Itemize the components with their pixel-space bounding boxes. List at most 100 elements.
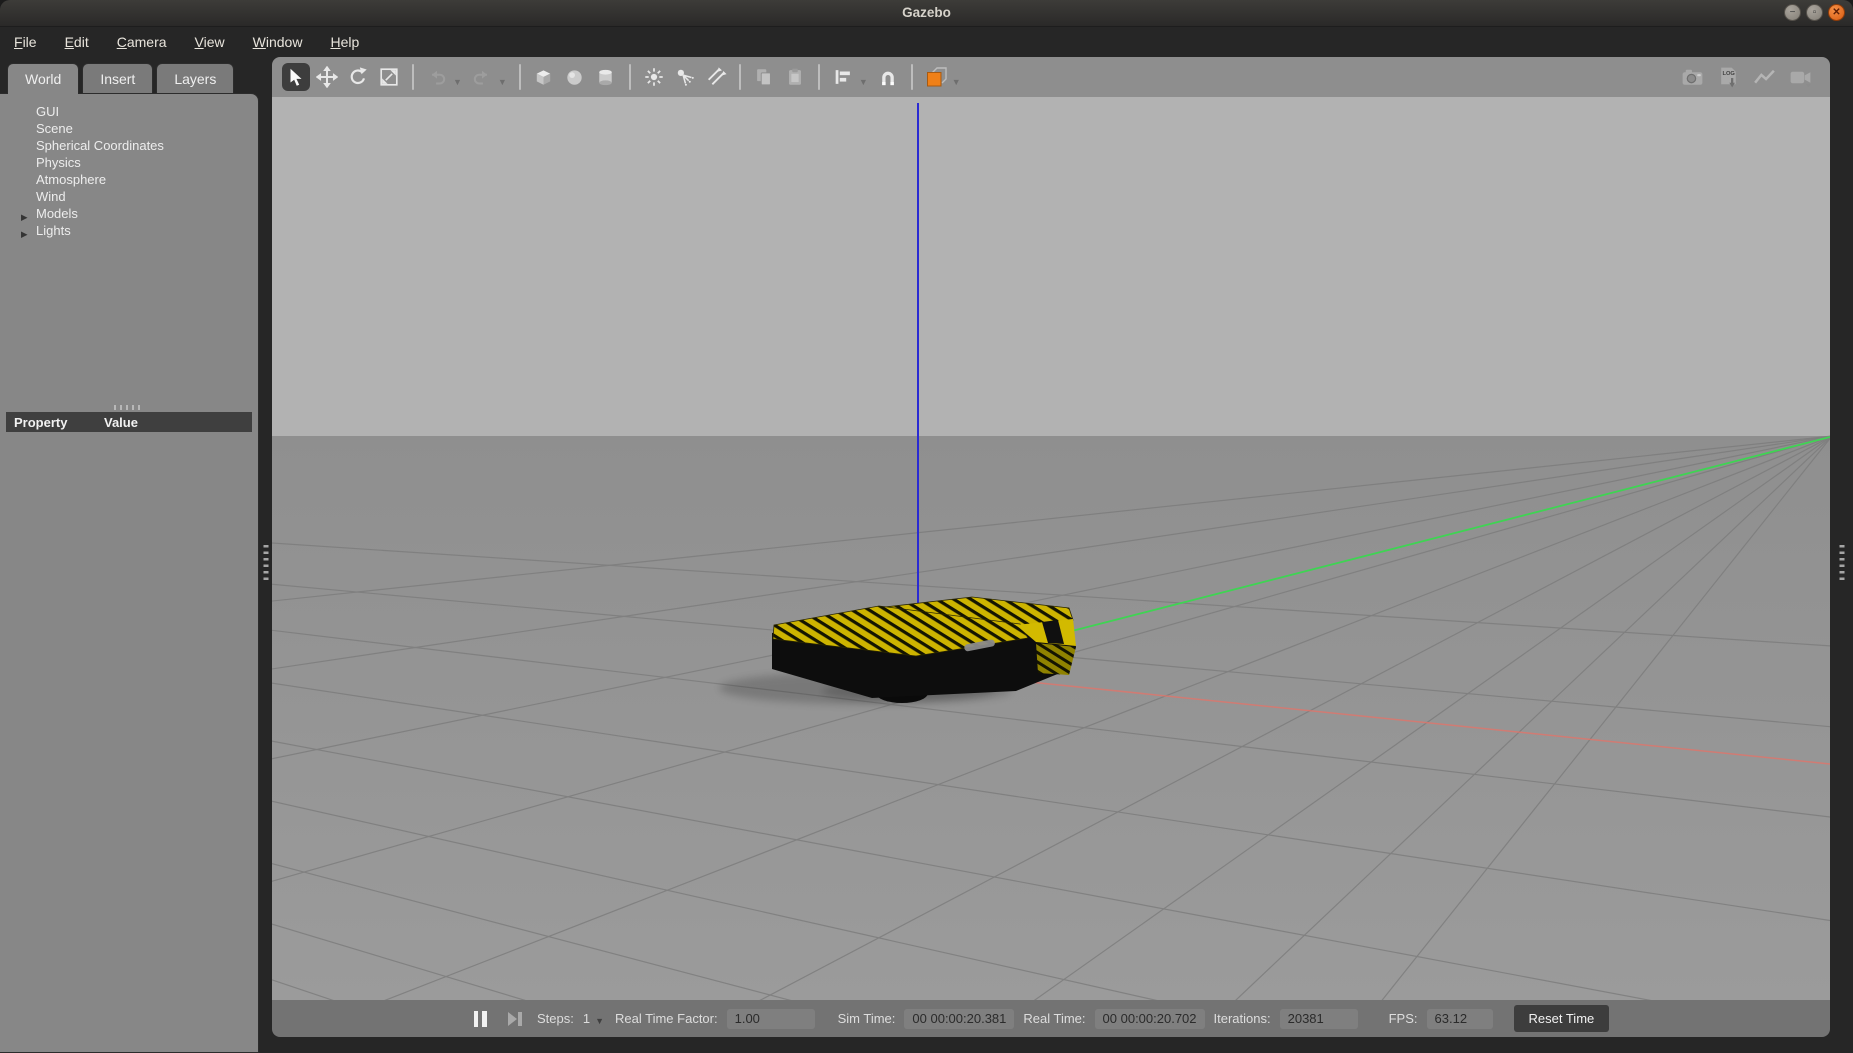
sim-time-value-field: 00 00:00:20.381 xyxy=(904,1009,1014,1029)
tree-item-physics[interactable]: Physics xyxy=(0,154,258,171)
rotate-icon xyxy=(347,66,369,88)
menu-edit[interactable]: Edit xyxy=(65,34,89,50)
insert-box-button[interactable] xyxy=(530,63,558,91)
cylinder-icon xyxy=(594,66,617,89)
sphere-icon xyxy=(563,66,586,89)
scale-mode-button[interactable] xyxy=(375,63,403,91)
tab-world[interactable]: World xyxy=(7,63,79,94)
tree-item-models[interactable]: ▶ Models xyxy=(0,205,258,222)
toolbar-separator xyxy=(629,64,631,90)
minimize-button[interactable]: − xyxy=(1784,4,1801,21)
screenshot-button[interactable] xyxy=(1678,63,1706,91)
tab-layers[interactable]: Layers xyxy=(156,63,234,93)
splitter-grip-icon[interactable] xyxy=(263,545,268,583)
align-options-caret-icon[interactable]: ▼ xyxy=(859,77,868,87)
right-splitter[interactable] xyxy=(1830,57,1853,1053)
real-time-label: Real Time: xyxy=(1023,1011,1085,1026)
undo-icon xyxy=(426,66,448,88)
menu-help[interactable]: Help xyxy=(330,34,359,50)
svg-text:LOG: LOG xyxy=(1722,70,1735,76)
window-controls: − ▫ ✕ xyxy=(1784,4,1845,21)
magnet-icon xyxy=(877,66,899,88)
point-light-icon xyxy=(643,66,665,88)
menu-file[interactable]: File xyxy=(14,34,37,50)
toolbar-separator xyxy=(911,64,913,90)
step-button[interactable] xyxy=(502,1006,528,1032)
select-mode-button[interactable] xyxy=(282,63,310,91)
fps-value-field: 63.12 xyxy=(1427,1009,1493,1029)
redo-history-caret-icon[interactable]: ▼ xyxy=(498,77,507,87)
robot-side-hatch xyxy=(1036,643,1076,675)
pause-icon xyxy=(474,1011,487,1027)
splitter-grip-icon[interactable] xyxy=(1839,545,1844,583)
tab-insert[interactable]: Insert xyxy=(82,63,153,93)
left-panel: World Insert Layers GUI Scene Spherical … xyxy=(0,57,259,1053)
value-column-header: Value xyxy=(104,415,138,430)
expand-arrow-icon[interactable]: ▶ xyxy=(21,226,28,243)
world-panel: GUI Scene Spherical Coordinates Physics … xyxy=(0,93,259,1053)
view-angle-caret-icon[interactable]: ▼ xyxy=(952,77,961,87)
cursor-arrow-icon xyxy=(285,66,307,88)
paste-button[interactable] xyxy=(781,63,809,91)
main-area: World Insert Layers GUI Scene Spherical … xyxy=(0,57,1853,1053)
gazebo-window: Gazebo − ▫ ✕ File Edit Camera View Windo… xyxy=(0,0,1853,1053)
capture-tools: LOG xyxy=(1678,63,1820,91)
title-bar: Gazebo − ▫ ✕ xyxy=(0,0,1853,27)
insert-spot-light-button[interactable] xyxy=(671,63,699,91)
insert-point-light-button[interactable] xyxy=(640,63,668,91)
view-angle-button[interactable] xyxy=(922,63,950,91)
plot-line-icon xyxy=(1752,65,1777,90)
scene-canvas[interactable] xyxy=(272,97,1830,1000)
step-forward-icon xyxy=(508,1012,522,1026)
insert-cylinder-button[interactable] xyxy=(592,63,620,91)
insert-directional-light-button[interactable] xyxy=(702,63,730,91)
panel-splitter-handle[interactable] xyxy=(114,405,144,410)
sim-time-label: Sim Time: xyxy=(838,1011,896,1026)
tree-item-spherical-coordinates[interactable]: Spherical Coordinates xyxy=(0,137,258,154)
menu-bar: File Edit Camera View Window Help xyxy=(0,27,1853,57)
undo-history-caret-icon[interactable]: ▼ xyxy=(453,77,462,87)
reset-time-button[interactable]: Reset Time xyxy=(1514,1005,1610,1032)
simulation-status-bar: Steps: 1 ▼ Real Time Factor: 1.00 Sim Ti… xyxy=(272,1000,1830,1037)
ground-plane xyxy=(272,436,1830,1000)
close-button[interactable]: ✕ xyxy=(1828,4,1845,21)
plot-button[interactable] xyxy=(1750,63,1778,91)
data-logger-button[interactable]: LOG xyxy=(1714,63,1742,91)
view-cube-icon xyxy=(924,65,948,89)
rotate-mode-button[interactable] xyxy=(344,63,372,91)
copy-button[interactable] xyxy=(750,63,778,91)
tree-item-scene[interactable]: Scene xyxy=(0,120,258,137)
panel-tabs: World Insert Layers xyxy=(0,57,259,93)
tree-item-atmosphere[interactable]: Atmosphere xyxy=(0,171,258,188)
camera-icon xyxy=(1680,65,1705,90)
tree-item-wind[interactable]: Wind xyxy=(0,188,258,205)
menu-view[interactable]: View xyxy=(195,34,225,50)
copy-icon xyxy=(753,66,775,88)
steps-value[interactable]: 1 xyxy=(583,1011,590,1026)
log-file-icon: LOG xyxy=(1716,65,1741,90)
render-viewport[interactable] xyxy=(272,97,1830,1000)
translate-mode-button[interactable] xyxy=(313,63,341,91)
maximize-button[interactable]: ▫ xyxy=(1806,4,1823,21)
menu-camera[interactable]: Camera xyxy=(117,34,167,50)
iterations-label: Iterations: xyxy=(1214,1011,1271,1026)
left-splitter[interactable] xyxy=(259,57,272,1053)
menu-window[interactable]: Window xyxy=(253,34,303,50)
record-video-button[interactable] xyxy=(1786,63,1814,91)
real-time-value-field: 00 00:00:20.702 xyxy=(1095,1009,1205,1029)
video-camera-icon xyxy=(1788,65,1813,90)
scale-icon xyxy=(378,66,400,88)
tree-item-lights[interactable]: ▶ Lights xyxy=(0,222,258,239)
property-column-header: Property xyxy=(14,415,104,430)
steps-caret-icon[interactable]: ▼ xyxy=(595,1016,604,1026)
undo-button[interactable] xyxy=(423,63,451,91)
redo-button[interactable] xyxy=(468,63,496,91)
align-button[interactable] xyxy=(829,63,857,91)
snap-button[interactable] xyxy=(874,63,902,91)
pause-button[interactable] xyxy=(467,1006,493,1032)
tree-item-gui[interactable]: GUI xyxy=(0,103,258,120)
spot-light-icon xyxy=(674,66,696,88)
insert-sphere-button[interactable] xyxy=(561,63,589,91)
align-icon xyxy=(832,66,854,88)
toolbar-separator xyxy=(519,64,521,90)
